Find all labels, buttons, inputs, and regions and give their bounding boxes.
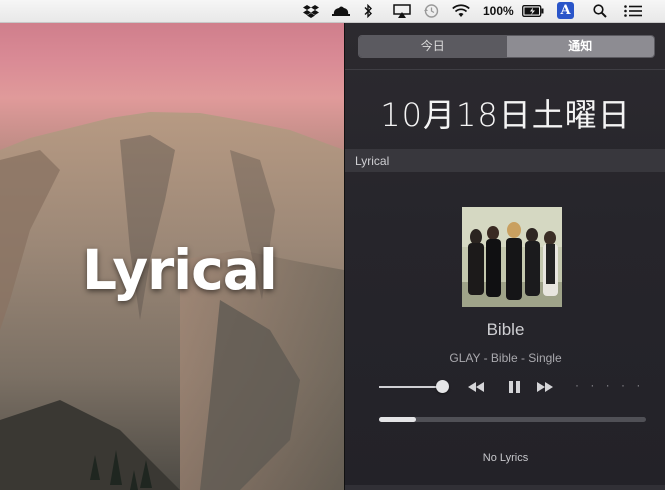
time-machine-icon[interactable] [422,3,440,19]
wifi-icon[interactable] [451,3,471,19]
date-heading: 10月18日土曜日 [380,96,631,134]
view-segmented-control: 今日 通知 [358,35,655,58]
tab-today[interactable]: 今日 [359,36,507,57]
battery-percentage[interactable]: 100% [483,4,514,18]
next-track-button[interactable] [535,378,555,396]
playback-progress-fill [379,417,417,422]
notification-center-panel: 今日 通知 10月18日土曜日 Lyrical Bible GLAY - Bib… [344,22,665,490]
previous-track-button[interactable] [466,378,486,396]
widget-footer [345,485,665,490]
notification-center-icon[interactable] [623,3,643,19]
input-method-icon[interactable]: A [557,2,574,19]
airplay-icon[interactable] [392,3,412,19]
bluetooth-icon[interactable] [361,3,375,19]
battery-icon[interactable] [521,3,545,19]
tab-notifications[interactable]: 通知 [506,36,654,57]
dropbox-icon[interactable] [302,3,320,19]
divider [345,69,665,70]
widget-header: Lyrical [345,149,665,172]
volume-slider-knob[interactable] [435,380,449,393]
pause-button[interactable] [505,378,525,396]
menu-bar: 100% A [0,0,665,23]
wallpaper-overlay-text: Lyrical [82,238,278,302]
album-artwork [462,207,562,307]
cloud-hat-icon[interactable] [331,3,351,19]
song-subtitle: GLAY - Bible - Single [449,351,562,365]
more-options-dots-icon[interactable]: · · · · · [575,378,644,392]
spotlight-icon[interactable] [592,3,608,19]
widget-title: Lyrical [355,154,390,168]
lyrics-status: No Lyrics [482,452,529,464]
playback-progress-bar[interactable] [379,417,646,422]
song-title: Bible [486,320,525,339]
